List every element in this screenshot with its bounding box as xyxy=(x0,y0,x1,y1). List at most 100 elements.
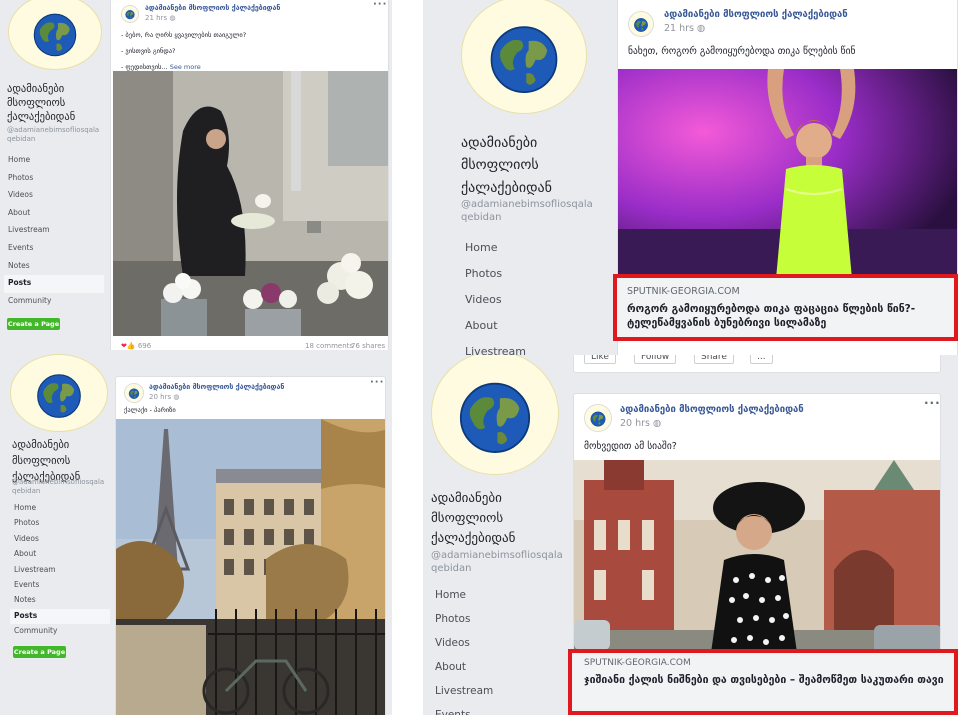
reactions-count[interactable]: ❤👍 696 xyxy=(121,342,151,350)
nav-events[interactable]: Events xyxy=(4,240,104,258)
link-preview[interactable]: SPUTNIK-GEORGIA.COM როგორ გამოიყურებოდა … xyxy=(613,274,958,341)
see-more-link[interactable]: See more xyxy=(170,63,201,71)
page-name-line: ქალაქებიდან xyxy=(431,531,516,547)
post-text: ნახეთ, როგორ გამოიყურებოდა თიკა წლების წ… xyxy=(628,46,856,57)
sidebar-nav: Home Photos Videos About Livestream Even… xyxy=(4,152,104,310)
nav-home[interactable]: Home xyxy=(431,587,567,611)
page-name: ადამიანები მსოფლიოს ქალაქებიდან xyxy=(461,132,552,199)
like-icon: 👍 xyxy=(126,342,136,350)
post-text-line: - ბებო, რა ღირს ყვავილების თაიგული? xyxy=(121,31,247,39)
nav-events[interactable]: Events xyxy=(10,578,110,593)
post-time[interactable]: 21 hrs ◍ xyxy=(145,14,175,22)
like-page-button[interactable]: Like xyxy=(584,355,616,364)
more-options-icon[interactable]: ··· xyxy=(370,377,384,388)
post-time[interactable]: 20 hrs ◍ xyxy=(620,418,661,429)
comments-count[interactable]: 18 comments xyxy=(305,342,353,350)
page-name-line: ადამიანები xyxy=(12,439,70,451)
nav-photos[interactable]: Photos xyxy=(461,264,611,290)
nav-home[interactable]: Home xyxy=(4,152,104,170)
nav-community[interactable]: Community xyxy=(4,293,104,311)
nav-photos[interactable]: Photos xyxy=(10,516,110,531)
nav-about[interactable]: About xyxy=(10,547,110,562)
create-page-button[interactable]: Create a Page xyxy=(13,646,66,658)
page-handle-line: qebidan xyxy=(431,563,472,574)
post-text: ქალაქი - პარიზი xyxy=(124,406,176,414)
page-logo xyxy=(10,354,108,432)
link-title[interactable]: როგორ გამოიყურებოდა თიკა ფაცაცია წლების … xyxy=(627,302,952,330)
page-handle-line: @adamianebimsofliosqala xyxy=(7,126,100,134)
post-time[interactable]: 20 hrs ◍ xyxy=(149,393,179,401)
nav-home[interactable]: Home xyxy=(10,501,110,516)
nav-events[interactable]: Events xyxy=(431,707,567,715)
nav-posts[interactable]: Posts xyxy=(10,608,110,625)
follow-page-button[interactable]: Follow xyxy=(634,355,677,364)
post-text: მოხვედით ამ სიაში? xyxy=(584,441,677,452)
more-options-icon[interactable]: ··· xyxy=(373,0,387,10)
page-handle: @adamianebimsofliosqala qebidan xyxy=(461,198,593,224)
post-photo[interactable] xyxy=(116,419,385,715)
nav-livestream[interactable]: Livestream xyxy=(4,222,104,240)
post-time-text: 20 hrs xyxy=(149,393,172,401)
create-page-button[interactable]: Create a Page xyxy=(7,318,60,330)
nav-community[interactable]: Community xyxy=(10,624,110,639)
more-actions-button[interactable]: ... xyxy=(750,355,773,364)
reactions-number: 696 xyxy=(137,342,152,350)
nav-about[interactable]: About xyxy=(431,659,567,683)
nav-about[interactable]: About xyxy=(461,316,611,342)
page-name-line: ადამიანები xyxy=(7,83,65,95)
screenshot-panel-4: ადამიანები მსოფლიოს ქალაქებიდან @adamian… xyxy=(423,355,958,715)
nav-photos[interactable]: Photos xyxy=(4,170,104,188)
author-avatar[interactable] xyxy=(628,11,654,37)
page-handle: @adamianebimsofliosqala qebidan xyxy=(12,478,104,496)
nav-videos[interactable]: Videos xyxy=(4,187,104,205)
page-sidebar: ადამიანები მსოფლიოს ქალაქებიდან @adamian… xyxy=(423,355,571,715)
page-logo xyxy=(431,355,559,475)
nav-home[interactable]: Home xyxy=(461,238,611,264)
author-avatar[interactable] xyxy=(121,5,139,23)
author-avatar[interactable] xyxy=(584,404,612,432)
sidebar-nav: Home Photos Videos About Livestream Even… xyxy=(431,587,567,715)
screenshot-panel-1: ადამიანები მსოფლიოს ქალაქებიდან @adamian… xyxy=(0,0,392,356)
post-photo[interactable] xyxy=(574,460,940,660)
page-name-line: ადამიანები xyxy=(461,135,538,151)
page-handle: @adamianebimsofliosqala qebidan xyxy=(7,126,99,144)
nav-livestream[interactable]: Livestream xyxy=(431,683,567,707)
post-photo[interactable] xyxy=(113,71,388,336)
globe-icon: ◍ xyxy=(173,393,180,401)
nav-videos[interactable]: Videos xyxy=(10,532,110,547)
shares-count[interactable]: 76 shares xyxy=(351,342,385,350)
author-avatar[interactable] xyxy=(124,383,144,403)
page-handle-line: @adamianebimsofliosqala xyxy=(461,199,593,210)
page-handle-line: @adamianebimsofliosqala xyxy=(12,478,105,486)
page-name-line: ქალაქებიდან xyxy=(461,179,552,196)
globe-icon: ◍ xyxy=(653,418,662,429)
post-author[interactable]: ადამიანები მსოფლიოს ქალაქებიდან xyxy=(620,404,804,415)
screenshot-panel-2: ადამიანები მსოფლიოს ქალაქებიდან @adamian… xyxy=(423,0,958,356)
nav-notes[interactable]: Notes xyxy=(10,593,110,608)
link-source: SPUTNIK-GEORGIA.COM xyxy=(584,658,691,668)
nav-livestream[interactable]: Livestream xyxy=(461,342,611,356)
nav-notes[interactable]: Notes xyxy=(4,258,104,276)
post-time-text: 21 hrs xyxy=(664,23,694,34)
post-author[interactable]: ადამიანები მსოფლიოს ქალაქებიდან xyxy=(664,9,848,20)
nav-about[interactable]: About xyxy=(4,205,104,223)
post-author[interactable]: ადამიანები მსოფლიოს ქალაქებიდან xyxy=(149,383,284,391)
page-logo xyxy=(461,0,587,114)
post-time-text: 20 hrs xyxy=(620,418,650,429)
link-preview[interactable]: SPUTNIK-GEORGIA.COM ჯიშიანი ქალის ნიშნებ… xyxy=(568,649,958,715)
share-page-button[interactable]: Share xyxy=(694,355,734,364)
nav-livestream[interactable]: Livestream xyxy=(10,563,110,578)
more-options-icon[interactable]: ··· xyxy=(924,396,940,410)
page-sidebar: ადამიანები მსოფლიოს ქალაქებიდან @adamian… xyxy=(423,0,613,356)
post-time[interactable]: 21 hrs ◍ xyxy=(664,23,705,34)
nav-photos[interactable]: Photos xyxy=(431,611,567,635)
nav-posts[interactable]: Posts xyxy=(4,275,104,293)
post-photo[interactable] xyxy=(618,69,957,279)
nav-videos[interactable]: Videos xyxy=(431,635,567,659)
post-author[interactable]: ადამიანები მსოფლიოს ქალაქებიდან xyxy=(145,4,280,12)
page-name-line: ადამიანები xyxy=(431,491,502,506)
link-title[interactable]: ჯიშიანი ქალის ნიშნები და თვისებები – შეა… xyxy=(584,673,954,687)
post-text: - ბებო, რა ღირს ყვავილების თაიგული? - ვი… xyxy=(121,27,246,75)
page-handle-line: qebidan xyxy=(12,487,41,496)
nav-videos[interactable]: Videos xyxy=(461,290,611,316)
